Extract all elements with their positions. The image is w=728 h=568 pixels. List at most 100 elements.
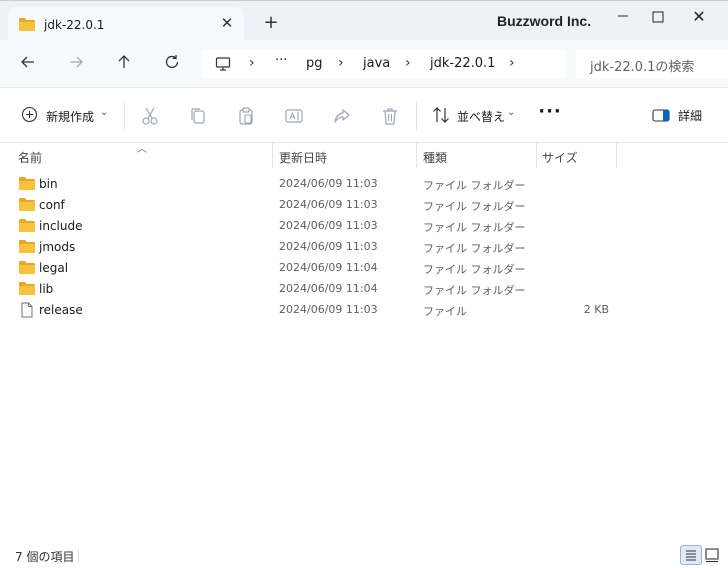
breadcrumb-item-pg[interactable]: pg [306,56,323,71]
scissors-icon [142,107,158,125]
column-type[interactable]: 種類 [423,149,447,166]
file-name: include [39,219,83,233]
column-divider[interactable] [536,143,537,168]
file-modified: 2024/06/09 11:03 [279,240,378,253]
column-divider[interactable] [272,143,273,168]
title-bar: jdk-22.0.1 ✕ + Buzzword Inc. ✕ [0,0,728,42]
file-row[interactable]: conf 2024/06/09 11:03 ファイル フォルダー [0,194,728,215]
navigation-bar: › ··· pg › java › jdk-22.0.1 › jdk-22.0.… [0,40,728,88]
folder-icon [18,260,36,278]
details-view-button[interactable] [680,545,702,565]
tab-title: jdk-22.0.1 [44,18,105,32]
file-name: release [39,303,83,317]
file-modified: 2024/06/09 11:04 [279,261,378,274]
file-modified: 2024/06/09 11:04 [279,282,378,295]
status-bar: 7 個の項目 [0,545,728,568]
more-options-button[interactable]: ··· [538,103,562,127]
file-type: ファイル フォルダー [423,284,526,297]
folder-icon [18,218,36,236]
file-name: bin [39,177,58,191]
folder-icon [18,239,36,257]
file-type: ファイル フォルダー [423,263,526,276]
maximize-button[interactable] [645,7,671,29]
cut-button[interactable] [138,104,162,128]
toolbar-divider [416,101,417,131]
tiles-view-button[interactable] [704,547,720,563]
share-icon [334,109,350,123]
file-modified: 2024/06/09 11:03 [279,303,378,316]
file-modified: 2024/06/09 11:03 [279,198,378,211]
refresh-button[interactable] [159,52,185,76]
file-type: ファイル フォルダー [423,179,526,192]
rename-icon [285,109,303,123]
details-pane-icon [652,109,670,122]
folder-icon [18,176,36,194]
minimize-icon [618,15,628,17]
sort-ascending-icon: ︿ [137,144,147,155]
file-modified: 2024/06/09 11:03 [279,219,378,232]
trash-icon [383,108,397,125]
computer-icon[interactable] [215,56,231,75]
maximize-icon [652,11,664,23]
toolbar-divider [124,101,125,131]
minimize-button[interactable] [610,7,636,29]
arrow-up-icon [118,55,130,68]
copy-icon [191,108,205,124]
column-divider[interactable] [416,143,417,168]
folder-icon [18,281,36,299]
breadcrumb-item-jdk[interactable]: jdk-22.0.1 [430,56,495,71]
file-list: bin 2024/06/09 11:03 ファイル フォルダー conf 202… [0,173,728,320]
file-name: lib [39,282,54,296]
copy-button[interactable] [186,104,210,128]
search-placeholder: jdk-22.0.1の検索 [590,60,695,75]
file-icon [18,302,36,321]
close-window-button[interactable]: ✕ [686,7,712,29]
rename-button[interactable] [282,104,306,128]
details-label: 詳細 [678,109,703,123]
tab-jdk[interactable]: jdk-22.0.1 ✕ [8,7,244,42]
breadcrumb-separator[interactable]: › [509,55,515,71]
column-divider[interactable] [616,143,617,168]
breadcrumb-overflow[interactable]: ··· [275,53,287,68]
share-button[interactable] [330,104,354,128]
breadcrumb-separator[interactable]: › [338,55,344,71]
chevron-down-icon: ⌄ [100,107,109,118]
up-button[interactable] [111,52,137,76]
file-modified: 2024/06/09 11:03 [279,177,378,190]
file-type: ファイル フォルダー [423,221,526,234]
chevron-down-icon: ⌄ [507,107,516,118]
column-modified[interactable]: 更新日時 [279,149,327,166]
delete-button[interactable] [378,104,402,128]
item-count: 7 個の項目 [15,550,75,564]
plus-circle-icon [21,106,38,123]
back-button[interactable] [15,52,41,76]
file-size: 2 KB [583,303,609,316]
address-bar[interactable]: › ··· pg › java › jdk-22.0.1 › [202,49,566,79]
file-row[interactable]: include 2024/06/09 11:03 ファイル フォルダー [0,215,728,236]
file-row[interactable]: release 2024/06/09 11:03 ファイル 2 KB [0,299,728,320]
sort-icon [433,107,449,123]
breadcrumb-item-java[interactable]: java [363,56,390,71]
new-tab-button[interactable]: + [262,14,280,32]
arrow-left-icon [21,56,34,68]
file-row[interactable]: legal 2024/06/09 11:04 ファイル フォルダー [0,257,728,278]
file-name: legal [39,261,69,275]
forward-button[interactable] [63,52,89,76]
folder-icon [18,197,36,215]
refresh-icon [165,55,179,69]
file-name: jmods [39,240,76,254]
close-tab-icon[interactable]: ✕ [218,14,236,32]
file-row[interactable]: lib 2024/06/09 11:04 ファイル フォルダー [0,278,728,299]
file-row[interactable]: bin 2024/06/09 11:03 ファイル フォルダー [0,173,728,194]
breadcrumb-separator[interactable]: › [405,55,411,71]
breadcrumb-separator[interactable]: › [249,55,255,71]
paste-button[interactable] [234,104,258,128]
file-row[interactable]: jmods 2024/06/09 11:03 ファイル フォルダー [0,236,728,257]
file-type: ファイル フォルダー [423,242,526,255]
column-size[interactable]: サイズ [542,149,578,166]
column-name[interactable]: 名前 [18,149,42,166]
folder-icon [18,17,36,35]
search-box[interactable]: jdk-22.0.1の検索 [576,49,728,79]
arrow-right-icon [70,56,83,68]
file-type: ファイル フォルダー [423,200,526,213]
